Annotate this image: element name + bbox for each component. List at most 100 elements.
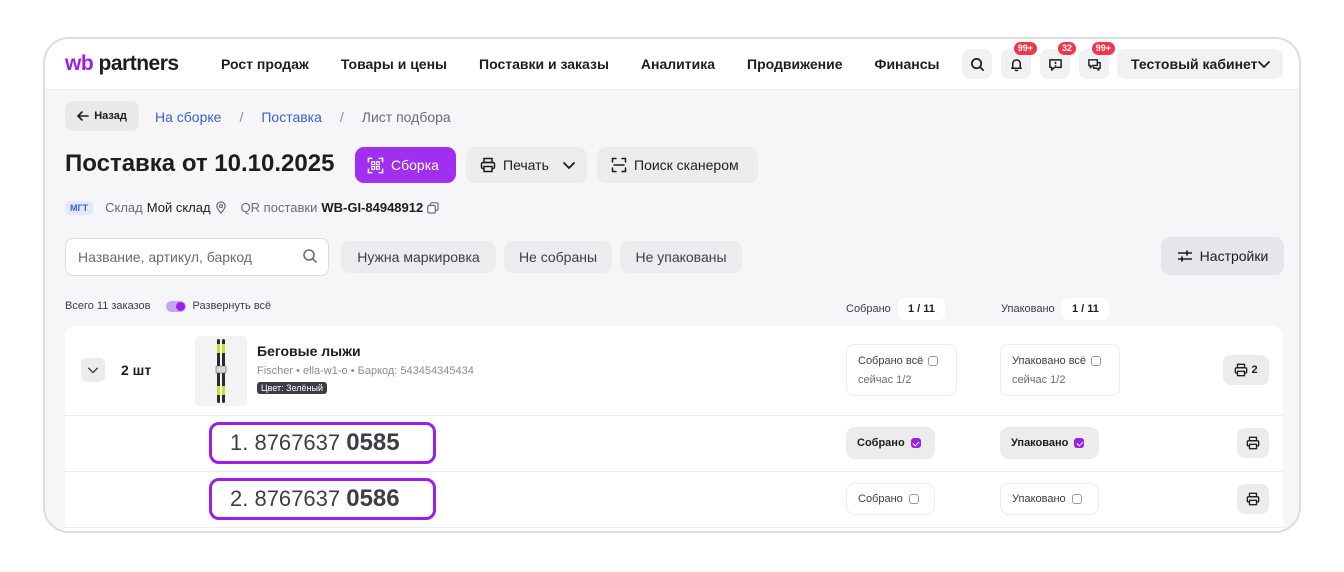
item-2-collected-toggle[interactable]: Собрано — [846, 483, 935, 515]
item-2-packed-toggle[interactable]: Упаковано — [1000, 483, 1099, 515]
app-window: wb partners Рост продаж Товары и цены По… — [43, 37, 1301, 533]
item-2-print-button[interactable] — [1237, 484, 1269, 514]
notifications-button[interactable]: 99+ — [1001, 42, 1037, 79]
orders-total: Всего 11 заказов — [65, 300, 151, 312]
packed-count-value: 1 / 11 — [1062, 298, 1109, 320]
order-code-suffix: 0585 — [346, 429, 400, 456]
notifications-badge: 99+ — [1013, 42, 1037, 55]
packed-all-label: Упаковано всё — [1012, 355, 1087, 367]
packed-all-box[interactable]: Упаковано всё сейчас 1/2 — [1000, 344, 1120, 396]
nav-item-finance[interactable]: Финансы — [875, 56, 940, 72]
settings-button[interactable]: Настройки — [1161, 237, 1284, 275]
bell-icon — [1010, 58, 1022, 71]
collapse-group-button[interactable] — [81, 358, 105, 382]
warehouse-label: Склад — [105, 200, 143, 215]
feedback-button[interactable]: 32 — [1040, 42, 1076, 79]
logo-partners: partners — [98, 52, 180, 75]
filter-not-packed[interactable]: Не упакованы — [620, 241, 742, 273]
breadcrumb-supply[interactable]: Поставка — [261, 109, 322, 125]
item-1-collected-checkbox[interactable] — [910, 438, 921, 448]
page-title: Поставка от 10.10.2025 — [65, 150, 335, 177]
item-1-collected-toggle[interactable]: Собрано — [846, 427, 935, 459]
breadcrumb-separator: / — [239, 109, 244, 125]
product-details: Fischer • ella-w1-o • Баркод: 5434543454… — [257, 365, 474, 377]
location-pin-icon — [215, 201, 226, 214]
collected-label: Собрано — [858, 493, 903, 505]
collected-count-value: 1 / 11 — [898, 298, 945, 320]
breadcrumb-assembly[interactable]: На сборке — [155, 109, 221, 125]
nav-item-products-prices[interactable]: Товары и цены — [341, 56, 447, 72]
wb-partners-logo[interactable]: wb partners — [65, 52, 179, 76]
supply-meta: МГТ Склад Мой склад QR поставки WB-GI-84… — [65, 200, 439, 215]
print-label: Печать — [503, 157, 549, 173]
product-thumbnail — [195, 336, 247, 406]
collected-all-label: Собрано всё — [858, 355, 924, 367]
item-1-packed-toggle[interactable]: Упаковано — [1000, 427, 1099, 459]
copy-icon[interactable] — [427, 201, 439, 214]
nav-item-sales-growth[interactable]: Рост продаж — [221, 56, 309, 72]
scanner-search-button[interactable]: Поиск сканером — [597, 147, 758, 183]
search-button[interactable] — [962, 49, 992, 79]
top-navigation-bar: wb partners Рост продаж Товары и цены По… — [45, 39, 1299, 90]
account-switcher[interactable]: Тестовый кабинет — [1117, 49, 1283, 79]
search-input[interactable] — [76, 248, 300, 266]
search-icon[interactable] — [302, 248, 318, 264]
logo-wb: wb — [65, 52, 94, 75]
print-dropdown-button[interactable]: Печать — [466, 147, 587, 183]
order-code-prefix: 2. 8767637 — [230, 486, 341, 511]
packed-count-label: Упаковано — [1001, 303, 1055, 315]
assembly-button[interactable]: Сборка — [355, 147, 456, 183]
chat-icon — [1087, 58, 1101, 71]
expand-all-toggle[interactable] — [166, 300, 187, 312]
search-icon — [970, 57, 984, 71]
collected-all-checkbox[interactable] — [928, 356, 939, 366]
warehouse-type-tag: МГТ — [65, 200, 94, 215]
scanner-label: Поиск сканером — [634, 157, 739, 173]
warehouse-value: Мой склад — [146, 200, 211, 215]
packed-all-checkbox[interactable] — [1091, 356, 1102, 366]
item-2-packed-checkbox[interactable] — [1071, 494, 1082, 504]
feedback-icon — [1048, 58, 1062, 71]
printer-icon — [1246, 436, 1260, 450]
packed-progress: сейчас 1/2 — [1012, 374, 1066, 386]
product-quantity: 2 шт — [121, 362, 152, 378]
item-2-collected-checkbox[interactable] — [908, 494, 919, 504]
back-button[interactable]: Назад — [65, 101, 139, 131]
assembly-label: Сборка — [391, 157, 439, 173]
settings-label: Настройки — [1199, 248, 1269, 264]
scan-frame-icon — [367, 157, 384, 173]
printer-icon — [480, 157, 496, 173]
orders-table: 2 шт Беговые лыжи Fischer • ella-w1-o • … — [65, 326, 1283, 531]
order-code-2: 2. 8767637 0586 — [209, 478, 436, 520]
nav-item-supplies-orders[interactable]: Поставки и заказы — [479, 56, 609, 72]
print-group-button[interactable]: 2 — [1223, 355, 1269, 385]
search-field — [65, 238, 329, 276]
chevron-down-icon — [1258, 61, 1270, 68]
expand-all-label: Развернуть всё — [192, 300, 272, 312]
filter-needs-marking[interactable]: Нужна маркировка — [341, 241, 496, 273]
order-code-1: 1. 8767637 0585 — [209, 422, 436, 464]
item-1-packed-checkbox[interactable] — [1074, 438, 1085, 448]
orders-summary: Всего 11 заказов Развернуть всё — [65, 300, 271, 312]
qr-label: QR поставки — [240, 200, 318, 215]
chats-button[interactable]: 99+ — [1079, 42, 1115, 79]
barcode-scan-icon — [611, 157, 627, 173]
print-group-count: 2 — [1251, 364, 1258, 376]
row-divider — [65, 471, 1283, 472]
order-code-suffix: 0586 — [346, 485, 400, 512]
feedback-badge: 32 — [1057, 42, 1076, 55]
collected-all-box[interactable]: Собрано всё сейчас 1/2 — [846, 344, 957, 396]
product-name[interactable]: Беговые лыжи — [257, 343, 361, 359]
nav-item-promotion[interactable]: Продвижение — [747, 56, 842, 72]
row-divider — [65, 415, 1283, 416]
filter-not-collected[interactable]: Не собраны — [504, 241, 612, 273]
product-color-tag: Цвет: Зелёный — [257, 382, 328, 394]
nav-item-analytics[interactable]: Аналитика — [641, 56, 715, 72]
breadcrumb-current: Лист подбора — [361, 109, 451, 125]
printer-icon — [1246, 492, 1260, 506]
chats-badge: 99+ — [1091, 42, 1115, 55]
printer-icon — [1235, 363, 1248, 377]
item-1-print-button[interactable] — [1237, 428, 1269, 458]
breadcrumb: На сборке / Поставка / Лист подбора — [155, 109, 451, 125]
collected-progress: сейчас 1/2 — [858, 374, 912, 386]
